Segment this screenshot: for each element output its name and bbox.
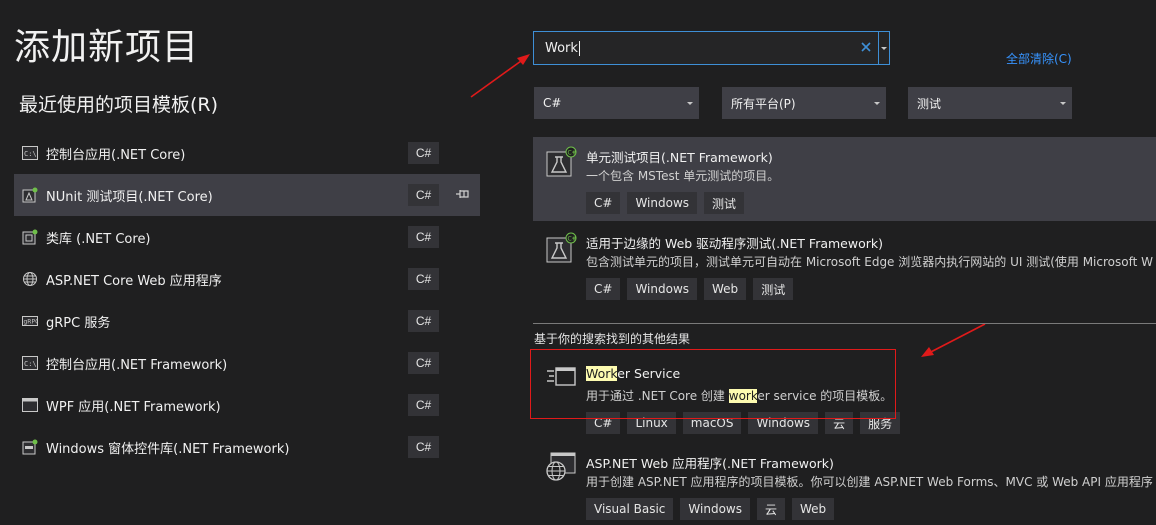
svg-text:C#: C# — [568, 150, 577, 157]
language-filter-value: C# — [543, 96, 562, 110]
recent-item-label: WPF 应用(.NET Framework) — [46, 399, 221, 415]
language-badge: C# — [408, 226, 439, 248]
recent-item-aspnet-core-web[interactable]: ASP.NET Core Web 应用程序 C# — [14, 258, 480, 300]
result-tags: C# Windows Web 测试 — [586, 278, 794, 300]
other-results-label: 基于你的搜索找到的其他结果 — [534, 332, 691, 346]
chevron-down-icon — [687, 102, 693, 105]
tag: 测试 — [704, 192, 745, 214]
language-badge: C# — [408, 394, 439, 416]
tag: Web — [704, 278, 747, 300]
clear-all-link[interactable]: 全部清除(C) — [1006, 50, 1072, 67]
recent-item-label: ASP.NET Core Web 应用程序 — [46, 273, 222, 289]
language-badge: C# — [408, 436, 439, 458]
language-badge: C# — [408, 142, 439, 164]
tag: C# — [586, 192, 621, 214]
language-badge: C# — [408, 268, 439, 290]
platform-filter[interactable]: 所有平台(P) — [722, 87, 886, 119]
recent-item-label: NUnit 测试项目(.NET Core) — [46, 189, 213, 205]
winforms-control-icon — [22, 439, 38, 455]
annotation-arrow-icon — [470, 54, 530, 98]
recent-item-console-core[interactable]: C:\ 控制台应用(.NET Core) C# — [14, 132, 480, 174]
web-globe-icon — [22, 271, 38, 287]
test-project-icon: C# — [545, 146, 577, 178]
recent-item-nunit[interactable]: NUnit 测试项目(.NET Core) C# — [14, 174, 480, 216]
class-library-icon — [22, 229, 38, 245]
result-description: 一个包含 MSTest 单元测试的项目。 — [586, 169, 780, 183]
recent-templates-list: C:\ 控制台应用(.NET Core) C# NUnit 测试项目(.NET … — [14, 132, 480, 468]
tag: C# — [586, 278, 621, 300]
recent-item-label: 类库 (.NET Core) — [46, 231, 151, 247]
console-app-icon: C:\ — [22, 145, 38, 161]
language-badge: C# — [408, 352, 439, 374]
svg-text:C:\: C:\ — [24, 360, 37, 368]
platform-filter-value: 所有平台(P) — [731, 96, 796, 111]
result-description: 用于创建 ASP.NET 应用程序的项目模板。你可以创建 ASP.NET Web… — [586, 475, 1153, 489]
tag: 云 — [757, 498, 786, 520]
result-title: ASP.NET Web 应用程序(.NET Framework) — [586, 456, 834, 471]
language-filter[interactable]: C# — [534, 87, 699, 119]
tag: 测试 — [753, 278, 794, 300]
tag: Windows — [627, 278, 698, 300]
test-project-icon: C# — [545, 232, 577, 264]
pin-icon[interactable] — [454, 187, 472, 201]
svg-text:C#: C# — [568, 236, 577, 243]
recent-item-wpf[interactable]: WPF 应用(.NET Framework) C# — [14, 384, 480, 426]
wpf-window-icon — [22, 397, 38, 413]
recent-item-label: 控制台应用(.NET Core) — [46, 147, 186, 163]
page-title: 添加新项目 — [14, 27, 200, 68]
recent-item-label: gRPC 服务 — [46, 315, 111, 331]
result-item-unit-test-framework[interactable]: C# 单元测试项目(.NET Framework) 一个包含 MSTest 单元… — [533, 137, 1156, 221]
tag: Web — [792, 498, 835, 520]
tag: Windows — [627, 192, 698, 214]
console-app-icon: C:\ — [22, 355, 38, 371]
recent-item-grpc[interactable]: gRPC gRPC 服务 C# — [14, 300, 480, 342]
result-item-aspnet-web-framework[interactable]: ASP.NET Web 应用程序(.NET Framework) 用于创建 AS… — [533, 438, 1156, 525]
chevron-down-icon — [874, 102, 880, 105]
recent-item-class-library[interactable]: 类库 (.NET Core) C# — [14, 216, 480, 258]
text-caret — [578, 40, 580, 56]
result-item-edge-web-driver-test[interactable]: C# 适用于边缘的 Web 驱动程序测试(.NET Framework) 包含测… — [533, 223, 1156, 307]
project-type-filter[interactable]: 测试 — [908, 87, 1072, 119]
svg-text:gRPC: gRPC — [24, 319, 39, 326]
section-divider — [533, 323, 1156, 324]
clear-search-icon[interactable] — [859, 40, 873, 54]
language-badge: C# — [408, 184, 439, 206]
svg-text:C:\: C:\ — [24, 150, 37, 158]
test-project-icon — [22, 187, 38, 203]
result-tags: Visual Basic Windows 云 Web — [586, 498, 835, 520]
web-globe-icon — [545, 451, 577, 483]
recent-item-label: Windows 窗体控件库(.NET Framework) — [46, 441, 290, 457]
chevron-down-icon — [1060, 102, 1066, 105]
search-history-dropdown[interactable] — [879, 31, 890, 65]
recent-item-label: 控制台应用(.NET Framework) — [46, 357, 228, 373]
annotation-highlight-box — [530, 349, 896, 419]
recent-item-winforms-control[interactable]: Windows 窗体控件库(.NET Framework) C# — [14, 426, 480, 468]
language-badge: C# — [408, 310, 439, 332]
search-input[interactable]: Work — [533, 31, 879, 65]
tag: Visual Basic — [586, 498, 674, 520]
chevron-down-icon — [881, 47, 887, 50]
result-description: 包含测试单元的项目，测试单元可自动在 Microsoft Edge 浏览器内执行… — [586, 255, 1153, 269]
recent-item-console-framework[interactable]: C:\ 控制台应用(.NET Framework) C# — [14, 342, 480, 384]
search-input-value: Work — [545, 40, 578, 56]
project-type-filter-value: 测试 — [917, 96, 942, 111]
result-title: 单元测试项目(.NET Framework) — [586, 150, 773, 165]
result-tags: C# Windows 测试 — [586, 192, 745, 214]
recent-templates-title: 最近使用的项目模板(R) — [19, 94, 219, 116]
grpc-icon: gRPC — [22, 313, 38, 329]
result-title: 适用于边缘的 Web 驱动程序测试(.NET Framework) — [586, 236, 883, 251]
tag: Windows — [680, 498, 750, 520]
